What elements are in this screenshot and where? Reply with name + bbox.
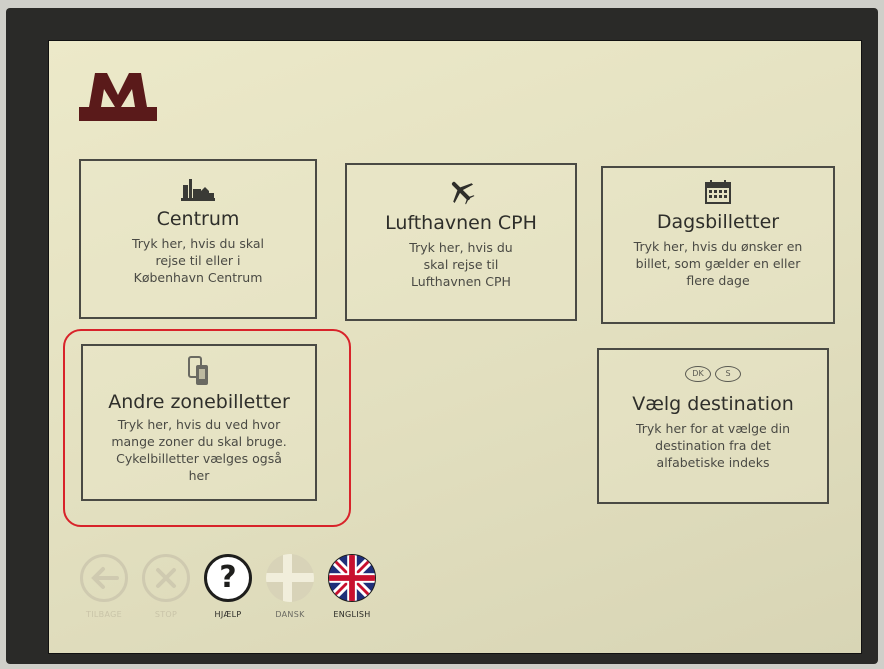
day-tickets-tile[interactable]: Dagsbilletter Tryk her, hvis du ønsker e…	[601, 166, 835, 324]
city-skyline-icon	[181, 179, 215, 201]
zone-tickets-tile[interactable]: Andre zonebilletter Tryk her, hvis du ve…	[81, 344, 317, 501]
dk-badge: DK	[685, 366, 711, 382]
help-button[interactable]: ? HJÆLP	[201, 554, 255, 619]
airport-tile[interactable]: Lufthavnen CPH Tryk her, hvis du skal re…	[345, 163, 577, 321]
day-tickets-desc-line1: Tryk her, hvis du ønsker en	[633, 239, 803, 254]
day-tickets-title: Dagsbilletter	[656, 211, 780, 233]
choose-destination-desc-line1: Tryk her for at vælge din	[635, 421, 791, 436]
choose-destination-desc-line2: destination fra det	[655, 438, 771, 453]
zone-tickets-desc-line2: mange zoner du skal bruge.	[111, 434, 287, 449]
touch-screen: Centrum Tryk her, hvis du skal rejse til…	[48, 40, 862, 654]
centrum-desc-line1: Tryk her, hvis du skal	[131, 236, 265, 251]
zone-tickets-desc-line1: Tryk her, hvis du ved hvor	[117, 417, 281, 432]
calendar-icon	[705, 180, 731, 204]
stop-label: STOP	[154, 610, 178, 619]
airplane-icon	[451, 181, 475, 205]
choose-destination-tile[interactable]: DK S Vælg destination Tryk her for at væ…	[597, 348, 829, 504]
choose-destination-title: Vælg destination	[632, 393, 794, 415]
airport-desc-line1: Tryk her, hvis du	[409, 240, 513, 255]
s-badge: S	[715, 366, 741, 382]
question-mark-icon: ?	[204, 554, 252, 602]
day-tickets-desc-line2: billet, som gælder en eller	[635, 256, 801, 271]
english-label: ENGLISH	[333, 610, 371, 619]
centrum-tile[interactable]: Centrum Tryk her, hvis du skal rejse til…	[79, 159, 317, 319]
danish-button[interactable]: DANSK	[263, 554, 317, 619]
centrum-desc-line2: rejse til eller i	[155, 253, 241, 268]
phone-card-icon	[188, 356, 208, 385]
danish-flag-icon	[266, 554, 314, 602]
centrum-desc-line3: København Centrum	[133, 270, 263, 285]
day-tickets-desc-line3: flere dage	[686, 273, 750, 288]
zone-tickets-desc-line3: Cykelbilletter vælges også	[116, 451, 282, 466]
union-jack-flag-icon	[328, 554, 376, 602]
centrum-title: Centrum	[156, 208, 240, 230]
choose-destination-desc-line3: alfabetiske indeks	[656, 455, 770, 470]
zone-tickets-title: Andre zonebilletter	[108, 391, 290, 413]
metro-logo	[79, 73, 157, 121]
destination-badges: DK S	[599, 366, 827, 382]
danish-label: DANSK	[275, 610, 305, 619]
back-arrow-icon	[80, 554, 128, 602]
airport-title: Lufthavnen CPH	[385, 212, 537, 234]
airport-desc-line2: skal rejse til	[423, 257, 499, 272]
help-label: HJÆLP	[214, 610, 242, 619]
back-label: TILBAGE	[86, 610, 122, 619]
stop-button[interactable]: STOP	[139, 554, 193, 619]
zone-tickets-desc-line4: her	[188, 468, 210, 483]
english-button[interactable]: ENGLISH	[325, 554, 379, 619]
stop-x-icon	[142, 554, 190, 602]
back-button[interactable]: TILBAGE	[77, 554, 131, 619]
airport-desc-line3: Lufthavnen CPH	[411, 274, 511, 289]
